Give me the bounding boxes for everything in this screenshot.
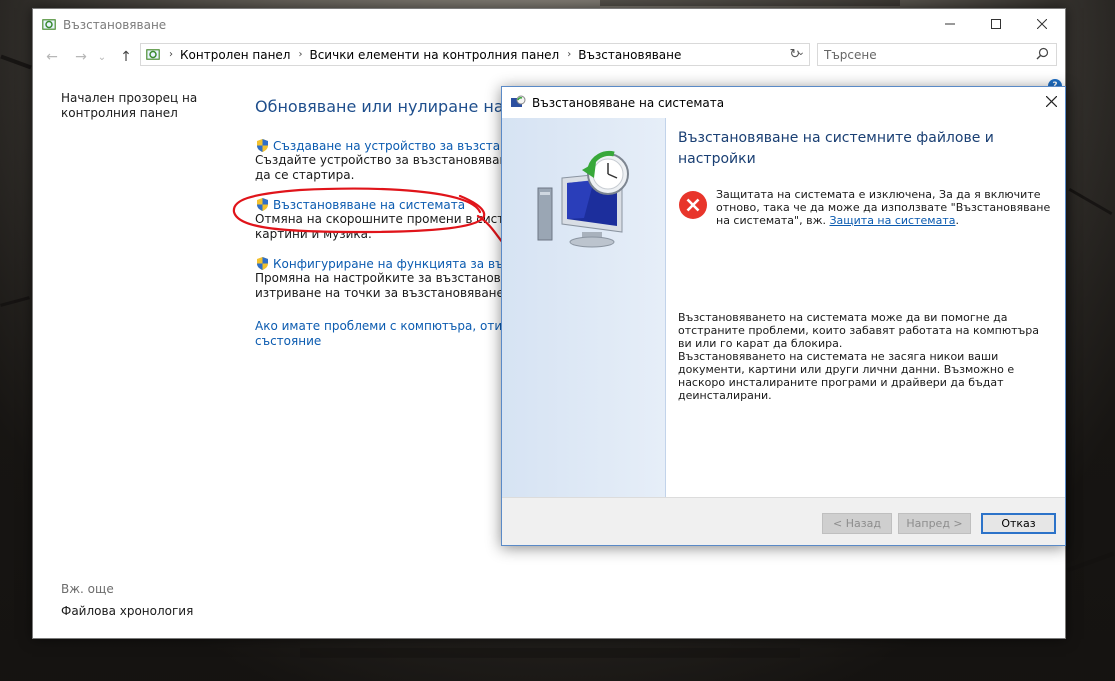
chevron-down-icon: ⌄ xyxy=(97,51,107,63)
system-restore-icon xyxy=(511,95,526,107)
page-title: Обновяване или нулиране на компютъра xyxy=(255,97,505,116)
cancel-button[interactable]: Отказ xyxy=(981,513,1056,534)
breadcrumb-control-panel[interactable]: Контролен панел xyxy=(180,48,290,62)
uac-shield-icon xyxy=(257,139,268,152)
dialog-side-panel xyxy=(502,118,666,497)
task-create-recovery-drive: Създаване на устройство за възстановяван… xyxy=(255,138,505,183)
task-description: Създайте устройство за възстановяване за… xyxy=(255,153,505,167)
breadcrumb-recovery[interactable]: Възстановяване xyxy=(578,48,681,62)
task-description: Отмяна на скорошните промени в системата… xyxy=(255,212,505,226)
dialog-heading: Възстановяване на системните файлове и н… xyxy=(678,130,994,167)
dialog-title-bar: Възстановяване на системата xyxy=(502,87,1065,118)
dialog-close-button[interactable] xyxy=(1045,93,1058,111)
uac-shield-icon xyxy=(257,198,268,211)
info-text: Възстановяването на системата може да ви… xyxy=(678,311,1053,402)
window-controls xyxy=(927,9,1065,39)
back-button-dialog[interactable]: < Назад xyxy=(822,513,892,534)
troubleshoot-link[interactable]: Ако имате проблеми с компютъра, отидете … xyxy=(255,319,505,334)
dialog-title: Възстановяване на системата xyxy=(532,95,725,110)
maximize-icon xyxy=(991,19,1001,29)
file-history-link[interactable]: Файлова хронология xyxy=(61,604,193,618)
main-content: Обновяване или нулиране на компютъра Съз… xyxy=(255,97,505,349)
close-icon xyxy=(1037,19,1047,29)
left-pane: Начален прозорец на контролния панел xyxy=(61,91,231,121)
info-paragraph: Възстановяването на системата не засяга … xyxy=(678,350,1015,402)
dialog-main: Възстановяване на системните файлове и н… xyxy=(678,118,1053,402)
task-system-restore: Възстановяване на системата Отмяна на ск… xyxy=(255,197,505,242)
title-bar: Възстановяване xyxy=(33,9,1065,40)
error-message: Защитата на системата е изключена, За да… xyxy=(678,188,1053,227)
refresh-icon: ↻ xyxy=(789,46,801,62)
refresh-button[interactable]: ↻ xyxy=(786,44,804,64)
minimize-button[interactable] xyxy=(927,9,973,39)
maximize-button[interactable] xyxy=(973,9,1019,39)
uac-shield-icon xyxy=(257,257,268,270)
system-restore-illustration xyxy=(537,150,629,248)
close-icon xyxy=(1045,95,1058,108)
breadcrumb-all-items[interactable]: Всички елементи на контролния панел xyxy=(309,48,559,62)
forward-arrow-icon: → xyxy=(75,49,87,65)
troubleshoot-link-continued[interactable]: състояние xyxy=(255,334,505,349)
forward-button[interactable]: → xyxy=(70,46,92,68)
breadcrumb-separator-icon: › xyxy=(567,49,572,60)
back-arrow-icon: ← xyxy=(46,49,58,65)
search-icon xyxy=(1036,47,1049,60)
navigation-bar: ← → ⌄ ↑ › Контролен панел › Всички елеме… xyxy=(33,40,1065,75)
configure-system-restore-link[interactable]: Конфигуриране на функцията за възстановя… xyxy=(273,257,505,271)
window-title: Възстановяване xyxy=(63,17,167,32)
dialog-footer: < Назад Напред > Отказ xyxy=(502,497,1065,545)
task-description: изтриване на точки за възстановяване. xyxy=(255,286,505,300)
next-button[interactable]: Напред > xyxy=(898,513,971,534)
breadcrumb-separator-icon: › xyxy=(298,49,303,60)
search-input[interactable] xyxy=(824,47,1024,62)
recovery-icon xyxy=(42,18,56,30)
info-paragraph: Възстановяването на системата може да ви… xyxy=(678,311,1040,350)
up-arrow-icon: ↑ xyxy=(120,49,132,65)
recent-locations-button[interactable]: ⌄ xyxy=(95,46,109,68)
system-protection-link[interactable]: Защита на системата xyxy=(829,214,955,227)
control-panel-icon xyxy=(146,48,160,60)
create-recovery-drive-link[interactable]: Създаване на устройство за възстановяван… xyxy=(273,139,505,153)
task-description: Промяна на настройките за възстановяване… xyxy=(255,271,505,285)
up-button[interactable]: ↑ xyxy=(115,46,137,68)
back-button[interactable]: ← xyxy=(41,46,63,68)
task-description: да се стартира. xyxy=(255,168,355,182)
minimize-icon xyxy=(945,23,955,25)
close-button[interactable] xyxy=(1019,9,1065,39)
see-also-label: Вж. още xyxy=(61,582,114,596)
see-also-section: Вж. още Файлова хронология xyxy=(61,582,193,618)
control-panel-home-link[interactable]: Начален прозорец на контролния панел xyxy=(61,91,231,121)
troubleshoot-section: Ако имате проблеми с компютъра, отидете … xyxy=(255,319,505,349)
system-restore-dialog: Възстановяване на системата Възстановява… xyxy=(501,86,1066,546)
task-description: картини и музика. xyxy=(255,227,372,241)
open-system-restore-link[interactable]: Възстановяване на системата xyxy=(273,198,465,212)
search-box[interactable] xyxy=(817,43,1057,66)
breadcrumb-separator-icon: › xyxy=(169,49,173,60)
error-text-end: . xyxy=(955,214,959,227)
address-bar[interactable]: › Контролен панел › Всички елементи на к… xyxy=(140,43,810,66)
error-icon xyxy=(679,191,707,219)
error-text-block: Защитата на системата е изключена, За да… xyxy=(716,188,1053,227)
task-configure-system-restore: Конфигуриране на функцията за възстановя… xyxy=(255,256,505,301)
